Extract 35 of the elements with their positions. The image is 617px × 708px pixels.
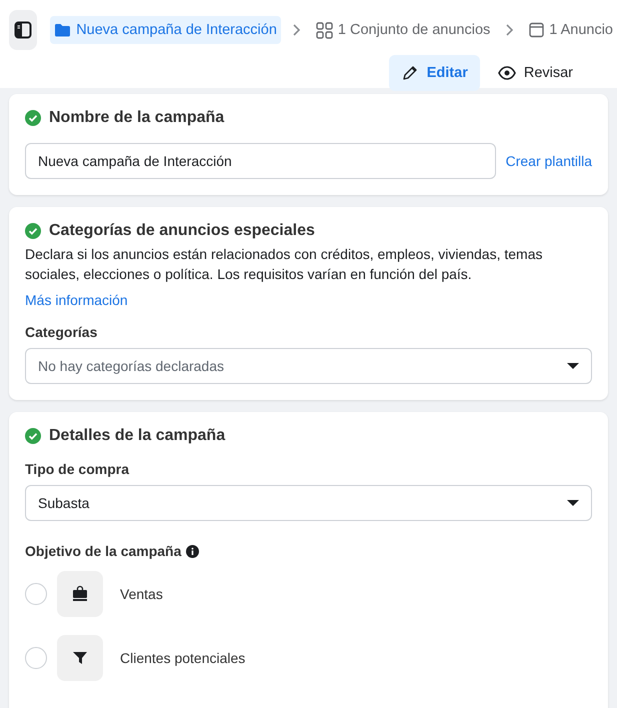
objective-label: Ventas [120, 586, 163, 602]
pencil-icon [400, 64, 419, 82]
description-text: Declara si los anuncios están relacionados con créditos, empleos, viviendas, temas sociales, elecciones o política. Los requisitos varían en función del país. [25, 245, 544, 284]
breadcrumb-item[interactable]: 1 Anuncio [525, 16, 617, 44]
field-label: Tipo de compra [25, 461, 130, 477]
funnel-icon [57, 635, 103, 681]
sidebar-icon [14, 21, 32, 39]
create-template-link[interactable]: Crear plantilla [506, 153, 592, 169]
grid-icon [316, 22, 333, 38]
sidebar-toggle-button[interactable] [9, 10, 38, 50]
folder-icon [54, 22, 72, 38]
chevron-right-icon [505, 23, 514, 37]
section-title: Detalles de la campaña [49, 427, 226, 445]
name-input-field[interactable]: Nueva campaña de Interacción [25, 143, 496, 179]
radio-button[interactable] [25, 647, 47, 669]
caret-down-icon [567, 363, 579, 369]
objective-label: Clientes potenciales [120, 650, 246, 666]
info-icon [186, 544, 200, 558]
field-label: Objetivo de la campaña [25, 543, 182, 559]
caret-down-icon [567, 500, 579, 506]
section-title: Categorías de anuncios especiales [49, 222, 315, 240]
eye-icon [498, 65, 516, 81]
dropdown-field[interactable]: Subasta [25, 485, 592, 521]
review-button[interactable]: Revisar [486, 55, 585, 91]
window-icon [529, 22, 544, 38]
section-title: Nombre de la campaña [49, 109, 224, 127]
breadcrumb-item[interactable]: Nueva campaña de Interacción [50, 16, 281, 44]
more-info-link[interactable]: Más información [25, 292, 128, 308]
breadcrumb-item[interactable]: 1 Conjunto de anuncios [312, 16, 494, 44]
edit-button[interactable]: Editar [388, 55, 480, 91]
field-label: Categorías [25, 324, 98, 340]
dropdown-field[interactable]: No hay categorías declaradas [25, 348, 592, 384]
shopping-bag-icon [57, 571, 103, 617]
chevron-right-icon [292, 23, 301, 37]
radio-button[interactable] [25, 583, 47, 605]
